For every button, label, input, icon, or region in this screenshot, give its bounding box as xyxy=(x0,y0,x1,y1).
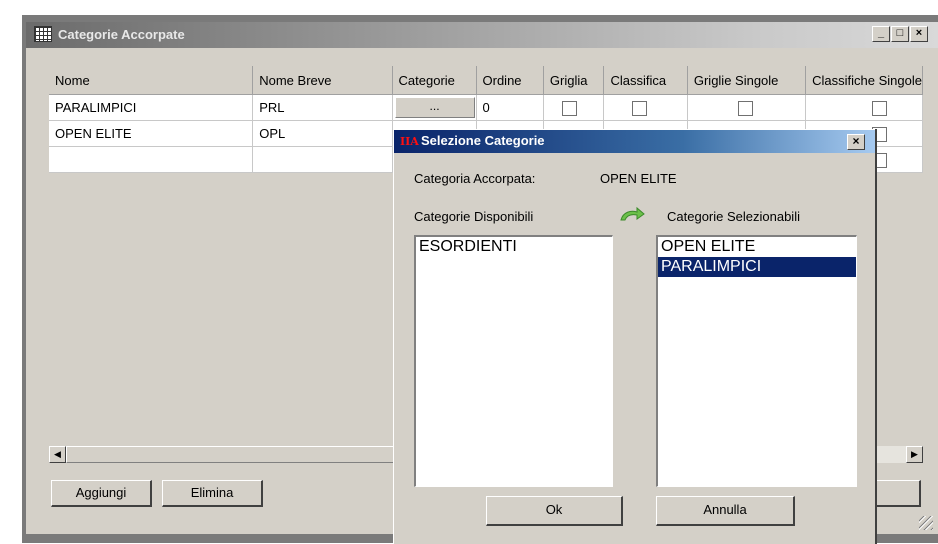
griglia-checkbox[interactable] xyxy=(561,100,577,116)
column-header-griglie-singole[interactable]: Griglie Singole xyxy=(687,66,807,95)
resize-grip-icon[interactable] xyxy=(919,516,933,530)
cell-nome[interactable] xyxy=(49,146,254,173)
cell-griglia xyxy=(543,94,605,121)
list-item[interactable]: ESORDIENTI xyxy=(416,237,612,257)
cell-classifiche-singole xyxy=(805,94,923,121)
categorie-ellipsis-button[interactable]: ... xyxy=(394,97,475,118)
close-button[interactable]: × xyxy=(910,26,928,42)
maximize-button[interactable]: □ xyxy=(891,26,909,42)
table-row[interactable]: PARALIMPICI PRL ... 0 xyxy=(49,94,923,121)
scroll-left-arrow-icon[interactable]: ◀ xyxy=(49,446,66,463)
cell-nome[interactable]: PARALIMPICI xyxy=(49,94,254,121)
grid-window-icon xyxy=(34,26,52,42)
window-titlebar[interactable]: Categorie Accorpate _ □ × xyxy=(26,22,938,48)
cell-nome-breve[interactable] xyxy=(252,146,393,173)
grid-header-row: Nome Nome Breve Categorie Ordine Griglia… xyxy=(49,66,923,95)
cell-nome[interactable]: OPEN ELITE xyxy=(49,120,254,147)
column-header-ordine[interactable]: Ordine xyxy=(476,66,544,95)
selezione-categorie-dialog: IIA Selezione Categorie × Categoria Acco… xyxy=(393,129,875,544)
classifiche-singole-checkbox[interactable] xyxy=(872,100,888,116)
scroll-right-arrow-icon[interactable]: ▶ xyxy=(906,446,923,463)
categoria-accorpata-value: OPEN ELITE xyxy=(600,171,677,186)
categoria-accorpata-label: Categoria Accorpata: xyxy=(414,171,536,186)
column-header-nome[interactable]: Nome xyxy=(49,66,254,95)
ok-button[interactable]: Ok xyxy=(486,496,623,526)
categorie-disponibili-label: Categorie Disponibili xyxy=(414,209,534,224)
dialog-title: Selezione Categorie xyxy=(421,133,545,148)
transfer-arrow-icon xyxy=(620,206,645,221)
cell-classifica xyxy=(603,94,688,121)
classifica-checkbox[interactable] xyxy=(632,100,648,116)
dialog-close-button[interactable]: × xyxy=(847,134,865,150)
elimina-button[interactable]: Elimina xyxy=(162,480,263,507)
categorie-selezionabili-label: Categorie Selezionabili xyxy=(667,209,800,224)
window-title: Categorie Accorpate xyxy=(58,27,185,42)
minimize-button[interactable]: _ xyxy=(872,26,890,42)
griglie-singole-checkbox[interactable] xyxy=(737,100,753,116)
dialog-titlebar[interactable]: IIA Selezione Categorie × xyxy=(394,130,875,153)
column-header-classifica[interactable]: Classifica xyxy=(603,66,688,95)
column-header-categorie[interactable]: Categorie xyxy=(392,66,477,95)
column-header-classifiche-singole[interactable]: Classifiche Singole xyxy=(805,66,923,95)
app-logo-icon: IIA xyxy=(400,135,419,148)
cell-griglie-singole xyxy=(687,94,807,121)
scrollbar-thumb[interactable] xyxy=(66,446,396,463)
cell-categorie: ... xyxy=(392,94,477,121)
cell-ordine[interactable]: 0 xyxy=(476,94,544,121)
column-header-griglia[interactable]: Griglia xyxy=(543,66,605,95)
list-item[interactable]: OPEN ELITE xyxy=(658,237,856,257)
column-header-nome-breve[interactable]: Nome Breve xyxy=(252,66,393,95)
categorie-selezionabili-listbox[interactable]: OPEN ELITE PARALIMPICI xyxy=(656,235,857,487)
list-item-selected[interactable]: PARALIMPICI xyxy=(658,257,856,277)
annulla-button[interactable]: Annulla xyxy=(656,496,795,526)
cell-nome-breve[interactable]: PRL xyxy=(252,94,393,121)
cell-nome-breve[interactable]: OPL xyxy=(252,120,393,147)
aggiungi-button[interactable]: Aggiungi xyxy=(51,480,152,507)
categorie-disponibili-listbox[interactable]: ESORDIENTI xyxy=(414,235,613,487)
